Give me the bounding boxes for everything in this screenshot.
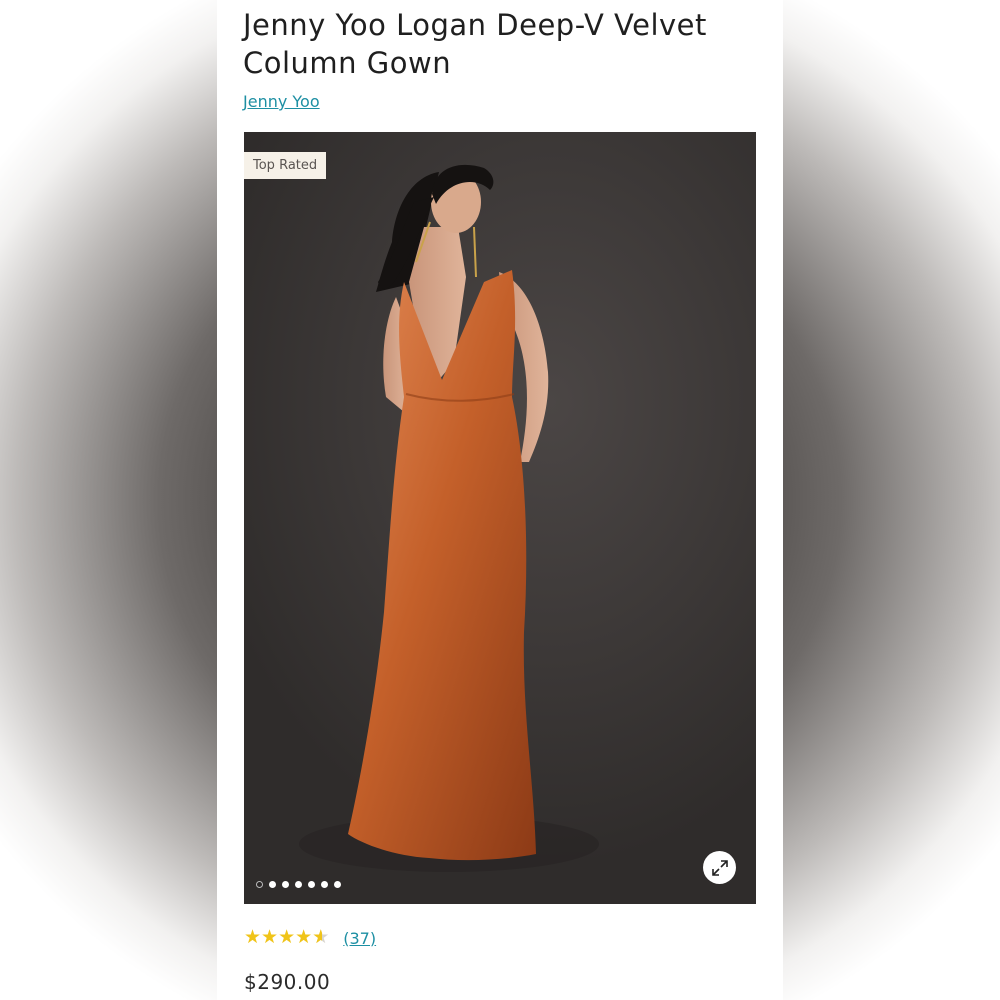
- carousel-dots: [256, 881, 341, 888]
- expand-arrows-icon: [711, 859, 728, 876]
- carousel-dot[interactable]: [295, 881, 302, 888]
- star-icon: ★: [295, 927, 313, 948]
- carousel-dot[interactable]: [256, 881, 263, 888]
- carousel-dot[interactable]: [269, 881, 276, 888]
- star-icon: ★: [278, 927, 296, 948]
- carousel-dot[interactable]: [334, 881, 341, 888]
- top-rated-badge: Top Rated: [244, 152, 327, 179]
- product-price: $290.00: [244, 970, 331, 994]
- star-rating: ★ ★ ★ ★ ★ ★: [244, 928, 329, 948]
- carousel-dot[interactable]: [321, 881, 328, 888]
- star-icon: ★: [244, 927, 262, 948]
- product-title: Jenny Yoo Logan Deep-V Velvet Column Gow…: [243, 8, 707, 80]
- earring-right: [473, 226, 477, 278]
- rating-row: ★ ★ ★ ★ ★ ★ (37): [244, 928, 376, 948]
- carousel-dot[interactable]: [282, 881, 289, 888]
- half-star-icon: ★ ★: [312, 927, 330, 948]
- carousel-dot[interactable]: [308, 881, 315, 888]
- product-photo: [299, 164, 599, 872]
- star-icon: ★: [261, 927, 279, 948]
- product-image-gallery[interactable]: Top Rated: [244, 132, 756, 904]
- expand-image-button[interactable]: [703, 851, 736, 884]
- brand-link[interactable]: Jenny Yoo: [243, 92, 320, 111]
- review-count-link[interactable]: (37): [343, 929, 376, 948]
